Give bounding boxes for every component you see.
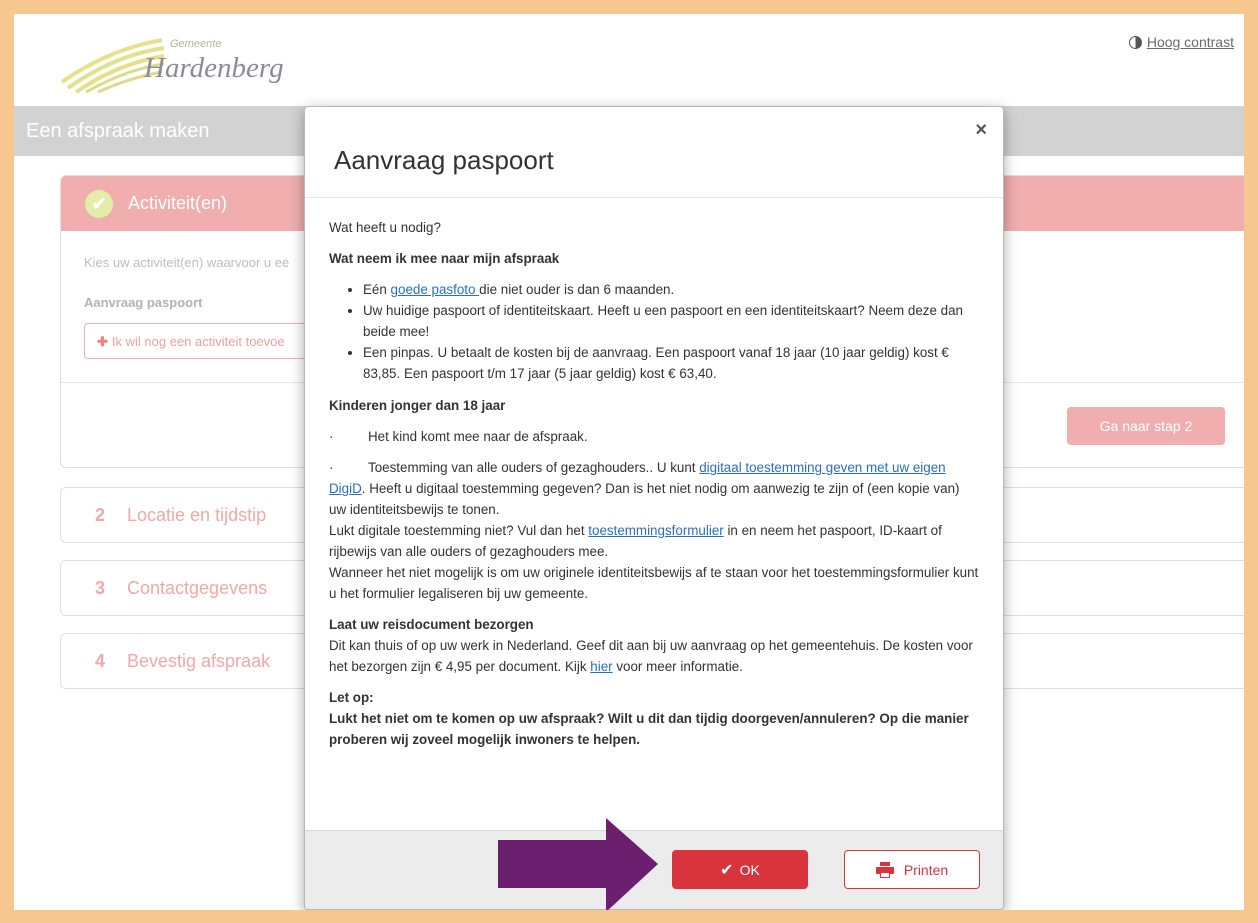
section-heading: Wat neem ik mee naar mijn afspraak (329, 251, 560, 266)
logo[interactable]: Gemeente Hardenberg (58, 34, 298, 110)
list-item: · Het kind komt mee naar de afspraak. (329, 426, 979, 447)
ok-label: OK (739, 861, 760, 878)
contrast-icon (1128, 35, 1142, 49)
consent-text: . Heeft u digitaal toestemming gegeven? … (329, 481, 960, 517)
high-contrast-link[interactable]: Hoog contrast (1128, 34, 1234, 50)
legalise-text: Wanneer het niet mogelijk is om uw origi… (329, 565, 979, 601)
list-item: Een pinpas. U betaalt de kosten bij de a… (363, 342, 979, 384)
consent-text: Toestemming van alle ouders of gezaghoud… (368, 460, 700, 475)
step-intro-text: Kies uw activiteit(en) waarvoor u ee (84, 255, 290, 270)
bullet-dot: · (329, 460, 334, 475)
selected-activity: Aanvraag paspoort (84, 295, 203, 310)
logo-small-text: Gemeente (170, 38, 222, 50)
checkmark-icon: ✔ (720, 861, 734, 879)
plus-icon: ✚ (97, 334, 108, 349)
list-item: Uw huidige paspoort of identiteitskaart.… (363, 300, 979, 342)
ok-button[interactable]: ✔ OK (672, 850, 808, 889)
list-item: Eén goede pasfoto die niet ouder is dan … (363, 279, 979, 300)
logo-text: Hardenberg (144, 52, 284, 84)
bullet-dot: · (329, 429, 334, 444)
passport-photo-link[interactable]: goede pasfoto (391, 282, 480, 297)
list-text: Het kind komt mee naar de afspraak. (368, 429, 588, 444)
print-button[interactable]: Printen (844, 850, 980, 889)
modal-header: Aanvraag paspoort × (305, 107, 1003, 198)
step-number: 4 (95, 651, 106, 671)
passport-modal: Aanvraag paspoort × Wat heeft u nodig? W… (304, 106, 1004, 910)
delivery-paragraph: Dit kan thuis of op uw werk in Nederland… (329, 635, 979, 677)
printer-icon (875, 861, 894, 878)
pointer-arrow-icon (498, 818, 658, 910)
warning-text: Lukt het niet om te komen op uw afspraak… (329, 711, 969, 747)
section-heading: Kinderen jonger dan 18 jaar (329, 398, 506, 413)
step-label: Locatie en tijdstip (127, 505, 267, 525)
list-text: die niet ouder is dan 6 maanden. (479, 282, 675, 297)
bring-list: Eén goede pasfoto die niet ouder is dan … (329, 279, 979, 384)
section-heading: Let op: (329, 690, 374, 705)
consent-paragraph: · Toestemming van alle ouders of gezaghou… (329, 457, 979, 520)
add-activity-label: Ik wil nog een activiteit toevoe (111, 334, 285, 349)
step-activities-label: Activiteit(en) (128, 193, 228, 213)
list-text: Eén (363, 282, 391, 297)
step-number: 3 (95, 578, 106, 598)
intro-text: Wat heeft u nodig? (329, 220, 441, 235)
consent-text: Lukt digitale toestemming niet? Vul dan … (329, 523, 589, 538)
step-number: 2 (95, 505, 106, 525)
page-title: Een afspraak maken (26, 120, 210, 142)
check-icon: ✔ (85, 190, 113, 218)
page-frame: Gemeente Hardenberg Hoog contrast Een af… (14, 14, 1244, 910)
modal-body: Wat heeft u nodig? Wat neem ik mee naar … (305, 198, 1003, 750)
step-label: Contactgegevens (127, 578, 268, 598)
delivery-text: voor meer informatie. (612, 659, 743, 674)
print-label: Printen (903, 861, 949, 878)
consent-form-link[interactable]: toestemmingsformulier (588, 523, 723, 538)
step-label: Bevestig afspraak (127, 651, 271, 671)
section-heading: Laat uw reisdocument bezorgen (329, 617, 534, 632)
close-icon[interactable]: × (975, 119, 987, 142)
modal-title: Aanvraag paspoort (334, 145, 554, 175)
next-step-button[interactable]: Ga naar stap 2 (1067, 407, 1225, 445)
more-info-link[interactable]: hier (590, 659, 612, 674)
consent-form-paragraph: Lukt digitale toestemming niet? Vul dan … (329, 520, 979, 562)
high-contrast-label[interactable]: Hoog contrast (1147, 34, 1234, 50)
